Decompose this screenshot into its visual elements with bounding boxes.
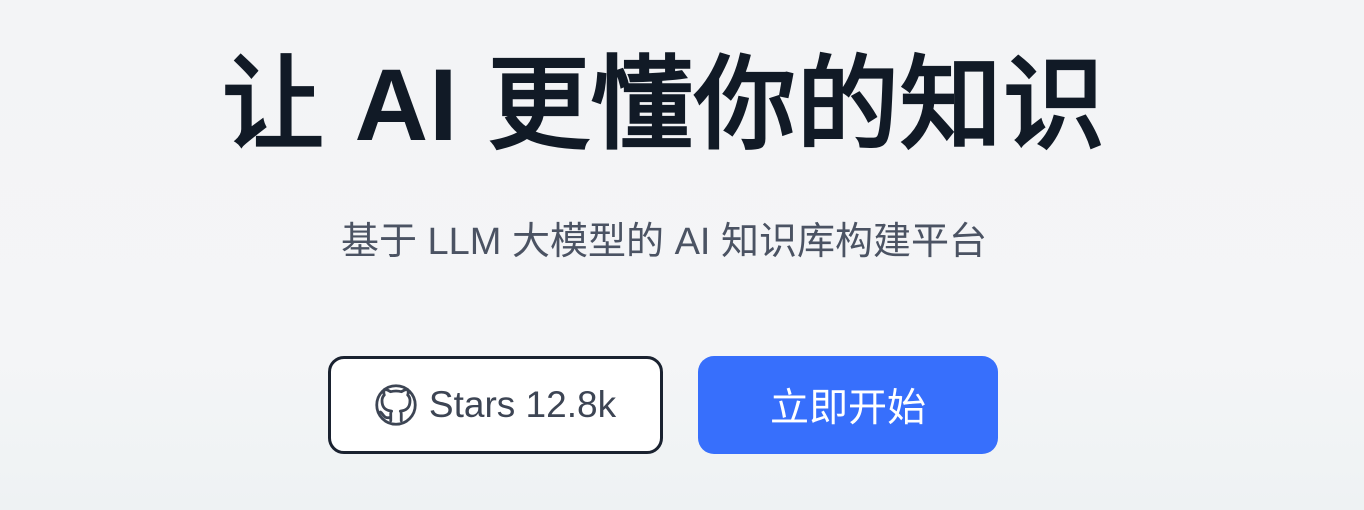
github-stars-label: Stars 12.8k — [428, 384, 617, 425]
github-stars-button[interactable]: Stars 12.8k — [328, 356, 663, 454]
hero-title: 让 AI 更懂你的知识 — [222, 48, 1106, 162]
get-started-button[interactable]: 立即开始 — [698, 356, 998, 454]
github-icon — [375, 384, 417, 426]
get-started-label: 立即开始 — [769, 387, 926, 430]
hero-subtitle: 基于 LLM 大模型的 AI 知识库构建平台 — [340, 221, 988, 263]
hero-section: 让 AI 更懂你的知识 基于 LLM 大模型的 AI 知识库构建平台 Stars… — [0, 0, 1364, 510]
